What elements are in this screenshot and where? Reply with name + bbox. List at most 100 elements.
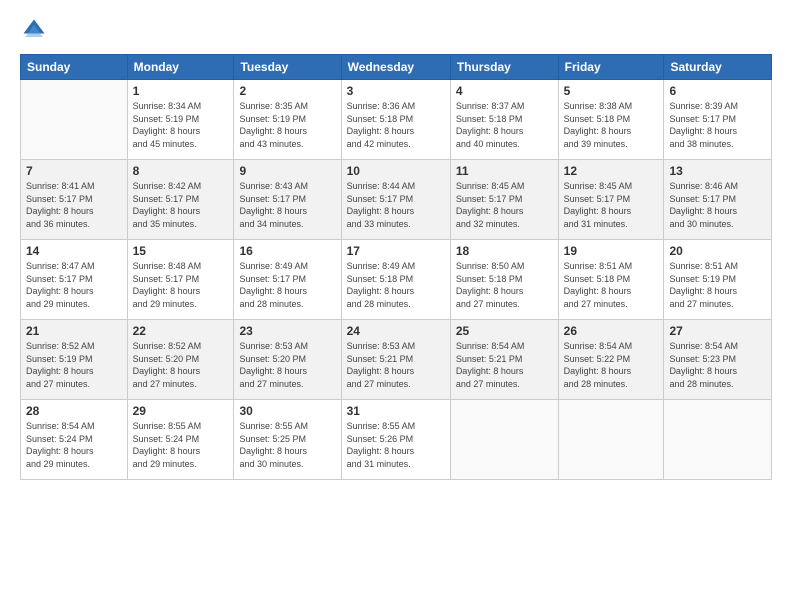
day-number: 11 (456, 164, 553, 178)
weekday-header: Wednesday (341, 55, 450, 80)
day-number: 26 (564, 324, 659, 338)
calendar-cell: 1 Sunrise: 8:34 AM Sunset: 5:19 PM Daylig… (127, 80, 234, 160)
calendar-cell: 7 Sunrise: 8:41 AM Sunset: 5:17 PM Daylig… (21, 160, 128, 240)
calendar-cell: 24 Sunrise: 8:53 AM Sunset: 5:21 PM Dayli… (341, 320, 450, 400)
day-number: 9 (239, 164, 335, 178)
logo-icon (20, 16, 48, 44)
day-number: 3 (347, 84, 445, 98)
day-info: Sunrise: 8:42 AM Sunset: 5:17 PM Dayligh… (133, 180, 229, 230)
weekday-header-row: SundayMondayTuesdayWednesdayThursdayFrid… (21, 55, 772, 80)
day-number: 16 (239, 244, 335, 258)
calendar-cell: 16Sunrise: 8:49 AM Sunset: 5:17 PM Dayli… (234, 240, 341, 320)
calendar-cell: 3 Sunrise: 8:36 AM Sunset: 5:18 PM Daylig… (341, 80, 450, 160)
calendar-cell: 30 Sunrise: 8:55 AM Sunset: 5:25 PM Dayli… (234, 400, 341, 480)
day-info: Sunrise: 8:53 AM Sunset: 5:21 PM Dayligh… (347, 340, 445, 390)
calendar-week-row: 14 Sunrise: 8:47 AM Sunset: 5:17 PM Dayli… (21, 240, 772, 320)
day-number: 22 (133, 324, 229, 338)
calendar-cell: 11Sunrise: 8:45 AM Sunset: 5:17 PM Dayli… (450, 160, 558, 240)
calendar-cell: 12 Sunrise: 8:45 AM Sunset: 5:17 PM Dayli… (558, 160, 664, 240)
logo (20, 16, 52, 44)
calendar-cell: 2Sunrise: 8:35 AM Sunset: 5:19 PM Daylig… (234, 80, 341, 160)
calendar-week-row: 21Sunrise: 8:52 AM Sunset: 5:19 PM Dayli… (21, 320, 772, 400)
calendar-cell: 20 Sunrise: 8:51 AM Sunset: 5:19 PM Dayli… (664, 240, 772, 320)
day-info: Sunrise: 8:46 AM Sunset: 5:17 PM Dayligh… (669, 180, 766, 230)
day-info: Sunrise: 8:54 AM Sunset: 5:22 PM Dayligh… (564, 340, 659, 390)
day-info: Sunrise: 8:54 AM Sunset: 5:24 PM Dayligh… (26, 420, 122, 470)
calendar-week-row: 1 Sunrise: 8:34 AM Sunset: 5:19 PM Daylig… (21, 80, 772, 160)
calendar-cell: 23 Sunrise: 8:53 AM Sunset: 5:20 PM Dayli… (234, 320, 341, 400)
day-number: 14 (26, 244, 122, 258)
day-number: 13 (669, 164, 766, 178)
day-number: 7 (26, 164, 122, 178)
day-number: 8 (133, 164, 229, 178)
calendar-cell: 15 Sunrise: 8:48 AM Sunset: 5:17 PM Dayli… (127, 240, 234, 320)
day-info: Sunrise: 8:47 AM Sunset: 5:17 PM Dayligh… (26, 260, 122, 310)
day-info: Sunrise: 8:55 AM Sunset: 5:25 PM Dayligh… (239, 420, 335, 470)
day-number: 23 (239, 324, 335, 338)
day-number: 10 (347, 164, 445, 178)
day-info: Sunrise: 8:43 AM Sunset: 5:17 PM Dayligh… (239, 180, 335, 230)
calendar-cell: 8 Sunrise: 8:42 AM Sunset: 5:17 PM Daylig… (127, 160, 234, 240)
day-number: 19 (564, 244, 659, 258)
weekday-header: Monday (127, 55, 234, 80)
calendar-cell: 21Sunrise: 8:52 AM Sunset: 5:19 PM Dayli… (21, 320, 128, 400)
day-info: Sunrise: 8:48 AM Sunset: 5:17 PM Dayligh… (133, 260, 229, 310)
calendar-cell: 26 Sunrise: 8:54 AM Sunset: 5:22 PM Dayli… (558, 320, 664, 400)
weekday-header: Sunday (21, 55, 128, 80)
day-number: 20 (669, 244, 766, 258)
day-info: Sunrise: 8:44 AM Sunset: 5:17 PM Dayligh… (347, 180, 445, 230)
calendar-cell: 14 Sunrise: 8:47 AM Sunset: 5:17 PM Dayli… (21, 240, 128, 320)
page-header (20, 16, 772, 44)
day-number: 18 (456, 244, 553, 258)
day-info: Sunrise: 8:51 AM Sunset: 5:18 PM Dayligh… (564, 260, 659, 310)
calendar-cell (21, 80, 128, 160)
calendar-cell: 29 Sunrise: 8:55 AM Sunset: 5:24 PM Dayli… (127, 400, 234, 480)
calendar-week-row: 7 Sunrise: 8:41 AM Sunset: 5:17 PM Daylig… (21, 160, 772, 240)
day-number: 27 (669, 324, 766, 338)
calendar-cell: 13 Sunrise: 8:46 AM Sunset: 5:17 PM Dayli… (664, 160, 772, 240)
day-info: Sunrise: 8:52 AM Sunset: 5:19 PM Dayligh… (26, 340, 122, 390)
calendar-cell: 22 Sunrise: 8:52 AM Sunset: 5:20 PM Dayli… (127, 320, 234, 400)
calendar-cell: 6Sunrise: 8:39 AM Sunset: 5:17 PM Daylig… (664, 80, 772, 160)
day-number: 30 (239, 404, 335, 418)
day-info: Sunrise: 8:34 AM Sunset: 5:19 PM Dayligh… (133, 100, 229, 150)
day-info: Sunrise: 8:52 AM Sunset: 5:20 PM Dayligh… (133, 340, 229, 390)
calendar-page: SundayMondayTuesdayWednesdayThursdayFrid… (0, 0, 792, 612)
calendar-cell (450, 400, 558, 480)
day-info: Sunrise: 8:53 AM Sunset: 5:20 PM Dayligh… (239, 340, 335, 390)
day-info: Sunrise: 8:55 AM Sunset: 5:26 PM Dayligh… (347, 420, 445, 470)
day-info: Sunrise: 8:50 AM Sunset: 5:18 PM Dayligh… (456, 260, 553, 310)
day-info: Sunrise: 8:36 AM Sunset: 5:18 PM Dayligh… (347, 100, 445, 150)
day-info: Sunrise: 8:39 AM Sunset: 5:17 PM Dayligh… (669, 100, 766, 150)
calendar-week-row: 28 Sunrise: 8:54 AM Sunset: 5:24 PM Dayli… (21, 400, 772, 480)
day-number: 28 (26, 404, 122, 418)
weekday-header: Saturday (664, 55, 772, 80)
calendar-cell: 18 Sunrise: 8:50 AM Sunset: 5:18 PM Dayli… (450, 240, 558, 320)
day-number: 15 (133, 244, 229, 258)
day-number: 12 (564, 164, 659, 178)
calendar-cell: 17 Sunrise: 8:49 AM Sunset: 5:18 PM Dayli… (341, 240, 450, 320)
day-number: 24 (347, 324, 445, 338)
day-number: 31 (347, 404, 445, 418)
day-number: 25 (456, 324, 553, 338)
day-number: 17 (347, 244, 445, 258)
calendar-cell: 19 Sunrise: 8:51 AM Sunset: 5:18 PM Dayli… (558, 240, 664, 320)
weekday-header: Tuesday (234, 55, 341, 80)
calendar-cell: 25Sunrise: 8:54 AM Sunset: 5:21 PM Dayli… (450, 320, 558, 400)
day-info: Sunrise: 8:51 AM Sunset: 5:19 PM Dayligh… (669, 260, 766, 310)
day-info: Sunrise: 8:55 AM Sunset: 5:24 PM Dayligh… (133, 420, 229, 470)
day-number: 1 (133, 84, 229, 98)
day-number: 5 (564, 84, 659, 98)
day-number: 4 (456, 84, 553, 98)
day-info: Sunrise: 8:38 AM Sunset: 5:18 PM Dayligh… (564, 100, 659, 150)
day-info: Sunrise: 8:35 AM Sunset: 5:19 PM Dayligh… (239, 100, 335, 150)
calendar-cell (664, 400, 772, 480)
day-info: Sunrise: 8:45 AM Sunset: 5:17 PM Dayligh… (564, 180, 659, 230)
calendar-cell: 10 Sunrise: 8:44 AM Sunset: 5:17 PM Dayli… (341, 160, 450, 240)
calendar-cell: 9 Sunrise: 8:43 AM Sunset: 5:17 PM Daylig… (234, 160, 341, 240)
day-number: 29 (133, 404, 229, 418)
calendar-cell: 5 Sunrise: 8:38 AM Sunset: 5:18 PM Daylig… (558, 80, 664, 160)
day-info: Sunrise: 8:49 AM Sunset: 5:18 PM Dayligh… (347, 260, 445, 310)
day-info: Sunrise: 8:41 AM Sunset: 5:17 PM Dayligh… (26, 180, 122, 230)
day-info: Sunrise: 8:54 AM Sunset: 5:23 PM Dayligh… (669, 340, 766, 390)
